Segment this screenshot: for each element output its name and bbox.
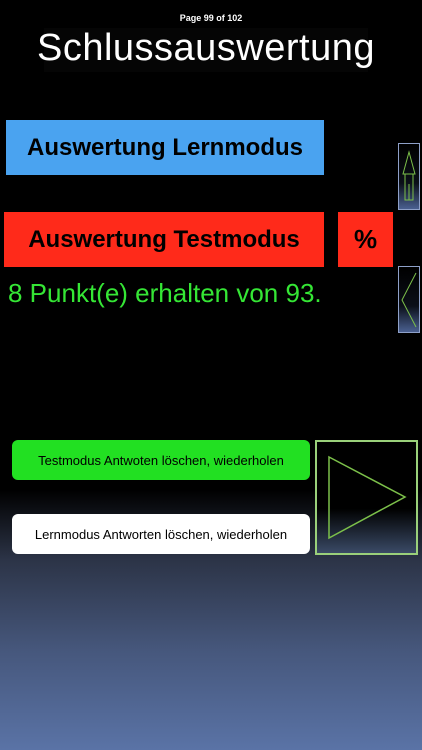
play-icon bbox=[317, 442, 416, 553]
up-arrow-icon bbox=[399, 144, 419, 209]
percent-button[interactable]: % bbox=[338, 212, 393, 267]
reset-learn-mode-button[interactable]: Lernmodus Antworten löschen, wiederholen bbox=[12, 514, 310, 554]
play-button[interactable] bbox=[315, 440, 418, 555]
learn-mode-evaluation-button[interactable]: Auswertung Lernmodus bbox=[6, 120, 324, 175]
up-button[interactable] bbox=[398, 143, 420, 210]
back-button[interactable] bbox=[398, 266, 420, 333]
test-mode-evaluation-button[interactable]: Auswertung Testmodus bbox=[4, 212, 324, 267]
score-text: 8 Punkt(e) erhalten von 93. bbox=[8, 278, 322, 308]
page-title: Schlussauswertung bbox=[36, 27, 375, 69]
back-arrow-icon bbox=[399, 267, 419, 332]
reset-test-mode-button[interactable]: Testmodus Antwoten löschen, wiederholen bbox=[12, 440, 310, 480]
page-indicator: Page 99 of 102 bbox=[179, 13, 243, 23]
